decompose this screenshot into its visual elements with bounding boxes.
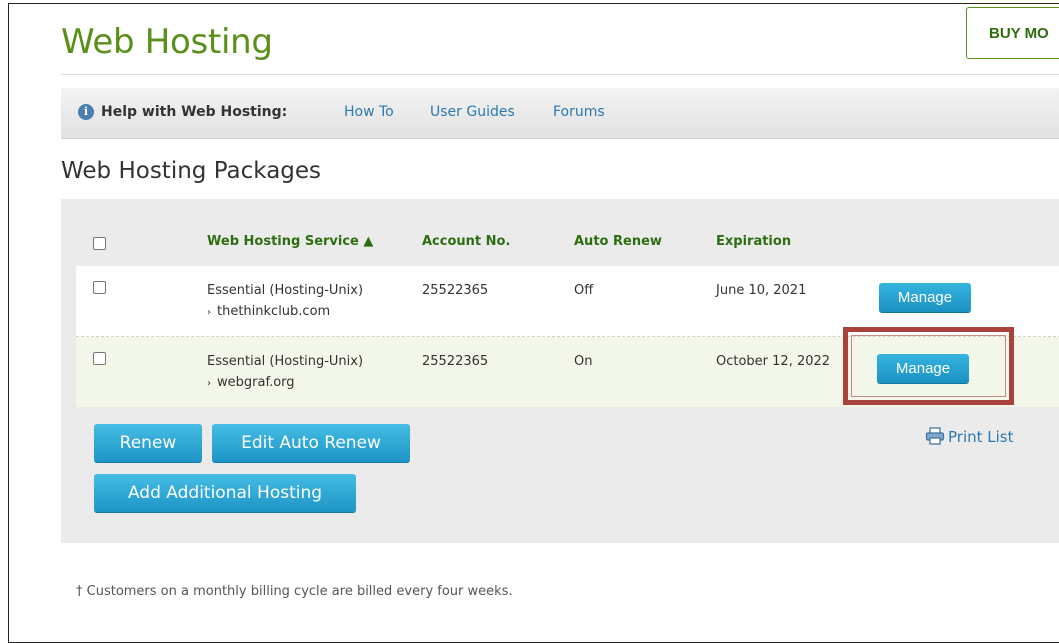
manage-button[interactable]: Manage <box>879 283 971 312</box>
add-additional-hosting-button[interactable]: Add Additional Hosting <box>94 474 356 512</box>
print-list-link[interactable]: Print List <box>925 427 1014 449</box>
row-checkbox[interactable] <box>93 352 106 365</box>
renew-button[interactable]: Renew <box>94 424 202 462</box>
chevron-right-icon: › <box>207 307 211 318</box>
help-bar: i Help with Web Hosting: How To User Gui… <box>61 88 1059 139</box>
account-number: 25522365 <box>422 283 489 298</box>
service-link[interactable]: Essential (Hosting-Unix) <box>207 354 363 369</box>
column-header-auto-renew: Auto Renew <box>574 234 662 249</box>
domain-name: › thethinkclub.com <box>207 304 330 319</box>
footnote: † Customers on a monthly billing cycle a… <box>76 584 513 599</box>
domain-label: thethinkclub.com <box>217 304 331 319</box>
title-divider <box>61 74 1059 75</box>
edit-auto-renew-button[interactable]: Edit Auto Renew <box>212 424 410 462</box>
help-link-forums[interactable]: Forums <box>553 104 605 120</box>
expiration-date: June 10, 2021 <box>716 283 807 298</box>
printer-icon <box>925 427 945 449</box>
table-header: Web Hosting Service ▲ Account No. Auto R… <box>76 221 1059 265</box>
row-checkbox[interactable] <box>93 281 106 294</box>
help-link-user-guides[interactable]: User Guides <box>430 104 515 120</box>
auto-renew-status: On <box>574 354 593 369</box>
account-number: 25522365 <box>422 354 489 369</box>
service-link[interactable]: Essential (Hosting-Unix) <box>207 283 363 298</box>
chevron-right-icon: › <box>207 378 211 389</box>
domain-label: webgraf.org <box>217 375 295 390</box>
info-icon: i <box>78 104 94 120</box>
column-header-expiration: Expiration <box>716 234 792 249</box>
help-link-how-to[interactable]: How To <box>344 104 394 120</box>
select-all-checkbox[interactable] <box>93 237 106 250</box>
section-title: Web Hosting Packages <box>61 158 322 184</box>
column-header-account: Account No. <box>422 234 511 249</box>
page-title: Web Hosting <box>61 22 273 62</box>
help-label: Help with Web Hosting: <box>101 104 288 120</box>
column-header-service[interactable]: Web Hosting Service ▲ <box>207 234 373 249</box>
auto-renew-status: Off <box>574 283 594 298</box>
print-list-label: Print List <box>948 428 1014 446</box>
expiration-date: October 12, 2022 <box>716 354 831 369</box>
domain-name: › webgraf.org <box>207 375 295 390</box>
buy-more-button[interactable]: BUY MO <box>966 7 1059 59</box>
highlight-annotation <box>843 327 1014 405</box>
